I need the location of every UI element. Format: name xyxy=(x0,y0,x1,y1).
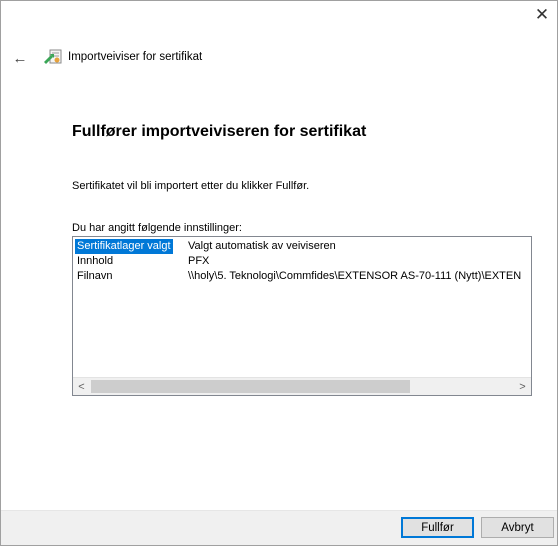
page-heading: Fullfører importveiviseren for sertifika… xyxy=(72,123,367,140)
scroll-right-icon[interactable]: > xyxy=(514,378,531,395)
row-value: PFX xyxy=(188,255,210,267)
button-bar: Fullfør Avbryt xyxy=(1,510,557,545)
close-icon[interactable]: ✕ xyxy=(527,1,557,29)
settings-row[interactable]: Innhold PFX xyxy=(73,254,529,269)
scroll-left-icon[interactable]: < xyxy=(73,378,90,395)
certificate-wizard-icon xyxy=(44,49,62,64)
row-key: Sertifikatlager valgt xyxy=(75,239,173,254)
info-text: Sertifikatet vil bli importert etter du … xyxy=(72,180,310,192)
row-key: Innhold xyxy=(77,255,114,267)
scrollbar-thumb[interactable] xyxy=(91,380,410,393)
back-arrow-icon[interactable]: ← xyxy=(9,48,31,68)
settings-row[interactable]: Filnavn \\holy\5. Teknologi\Commfides\EX… xyxy=(73,269,529,284)
finish-button[interactable]: Fullfør xyxy=(401,517,474,538)
settings-listbox[interactable]: Sertifikatlager valgt Valgt automatisk a… xyxy=(72,236,532,396)
settings-label: Du har angitt følgende innstillinger: xyxy=(72,222,242,234)
wizard-title: Importveiviser for sertifikat xyxy=(68,51,203,63)
row-value: \\holy\5. Teknologi\Commfides\EXTENSOR A… xyxy=(188,270,522,282)
horizontal-scrollbar[interactable]: < > xyxy=(73,377,531,395)
wizard-window: ✕ ← Importveiviser for sertifikat Fullfø… xyxy=(0,0,558,546)
row-key: Filnavn xyxy=(77,270,113,282)
settings-rows: Sertifikatlager valgt Valgt automatisk a… xyxy=(73,239,529,284)
settings-row[interactable]: Sertifikatlager valgt Valgt automatisk a… xyxy=(73,239,529,254)
cancel-button[interactable]: Avbryt xyxy=(481,517,554,538)
row-value: Valgt automatisk av veiviseren xyxy=(188,240,336,252)
